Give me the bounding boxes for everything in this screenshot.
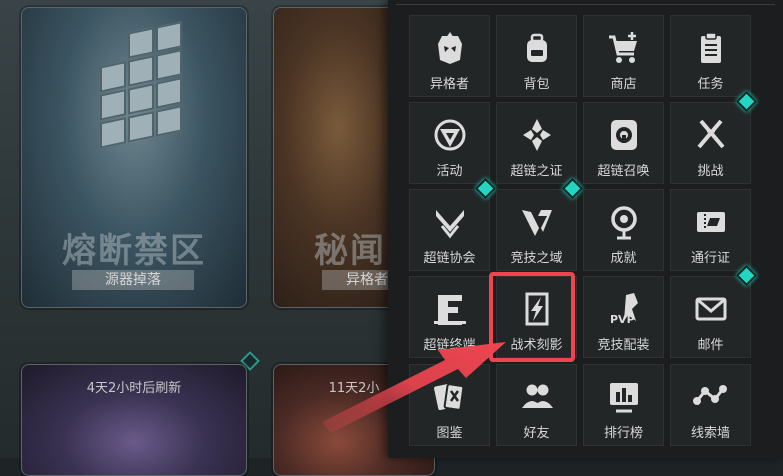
menu-item-20[interactable]: 线索墙 — [670, 364, 751, 446]
pass-ticket-icon — [693, 204, 729, 240]
achievement-icon — [606, 204, 642, 240]
menu-item-label: 背包 — [523, 77, 550, 92]
leaderboard-icon — [606, 379, 642, 415]
stage-card-subtitle: 源器掉落 — [72, 270, 194, 290]
menu-item-label: 挑战 — [697, 164, 724, 179]
refresh-timer: 4天2小时后刷新 — [86, 381, 182, 396]
clipboard-icon — [693, 30, 729, 66]
svg-text:PVP: PVP — [610, 313, 635, 326]
menu-item-label: 好友 — [523, 426, 550, 441]
menu-item-label: 线索墙 — [690, 426, 730, 441]
backpack-icon — [519, 30, 555, 66]
clue-wall-icon — [692, 379, 729, 415]
pvp-loadout-icon: PVP — [606, 291, 642, 327]
menu-item-label: 活动 — [436, 164, 463, 179]
menu-item-18[interactable]: 好友 — [496, 364, 577, 446]
menu-item-10[interactable]: 竞技之域 — [496, 189, 577, 271]
codex-cards-icon — [432, 379, 468, 415]
association-icon — [432, 204, 468, 240]
menu-item-8[interactable]: 挑战 — [670, 102, 751, 184]
menu-item-label: 超链之证 — [510, 164, 563, 179]
menu-item-1[interactable]: 异格者 — [409, 15, 490, 97]
menu-item-label: 成就 — [610, 251, 637, 266]
character-mask-icon — [432, 30, 468, 66]
menu-item-12[interactable]: 通行证 — [670, 189, 751, 271]
terminal-icon — [432, 291, 468, 327]
menu-item-label: 通行证 — [690, 251, 730, 266]
menu-item-label: 异格者 — [429, 77, 469, 92]
shopping-cart-icon — [606, 30, 642, 66]
menu-item-label: 商店 — [610, 77, 637, 92]
menu-item-9[interactable]: 超链协会 — [409, 189, 490, 271]
menu-item-label: 任务 — [697, 77, 724, 92]
menu-item-16[interactable]: 邮件 — [670, 276, 751, 358]
menu-item-label: 超链终端 — [423, 338, 476, 353]
menu-item-label: 邮件 — [697, 338, 724, 353]
cube-artwork — [100, 21, 200, 166]
menu-item-11[interactable]: 成就 — [583, 189, 664, 271]
menu-item-19[interactable]: 排行榜 — [583, 364, 664, 446]
summon-icon — [606, 117, 642, 153]
activity-emblem-icon — [432, 117, 468, 153]
menu-item-2[interactable]: 背包 — [496, 15, 577, 97]
arena-icon — [519, 204, 555, 240]
menu-item-label: 竞技之域 — [510, 251, 563, 266]
mail-icon — [693, 291, 729, 327]
menu-item-15[interactable]: PVP 竞技配装 — [583, 276, 664, 358]
menu-item-7[interactable]: 超链召唤 — [583, 102, 664, 184]
panel-divider — [396, 4, 775, 5]
menu-item-label: 图鉴 — [436, 426, 463, 441]
menu-item-4[interactable]: 任务 — [670, 15, 751, 97]
menu-item-3[interactable]: 商店 — [583, 15, 664, 97]
menu-item-5[interactable]: 活动 — [409, 102, 490, 184]
friends-icon — [519, 379, 555, 415]
refresh-card[interactable]: 4天2小时后刷新 — [21, 364, 247, 476]
tutorial-highlight-frame — [489, 272, 575, 362]
menu-item-label: 超链协会 — [423, 251, 476, 266]
menu-item-13[interactable]: 超链终端 — [409, 276, 490, 358]
menu-item-label: 竞技配装 — [597, 338, 650, 353]
menu-item-6[interactable]: 超链之证 — [496, 102, 577, 184]
menu-item-label: 超链召唤 — [597, 164, 650, 179]
menu-item-17[interactable]: 图鉴 — [409, 364, 490, 446]
menu-item-label: 排行榜 — [603, 426, 643, 441]
stage-card-title: 熔断禁区 — [62, 231, 206, 271]
stage-card-meltdown[interactable]: 熔断禁区 源器掉落 — [21, 7, 247, 308]
hyperlink-proof-icon — [519, 117, 555, 153]
challenge-icon — [693, 117, 729, 153]
